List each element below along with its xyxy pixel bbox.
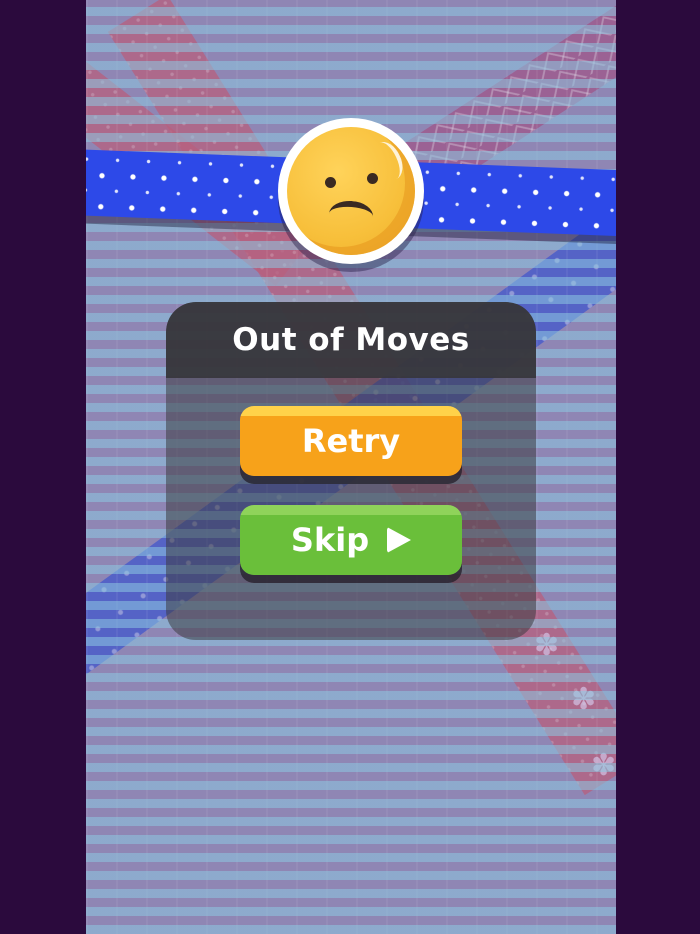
flower-decoration: ✽ [534, 628, 560, 663]
flower-decoration: ✽ [571, 682, 597, 717]
skip-button[interactable]: Skip [240, 505, 462, 575]
face-disc [287, 127, 415, 255]
out-of-moves-dialog: Out of Moves Retry Skip [166, 302, 536, 640]
left-eye [325, 177, 336, 188]
frown [328, 199, 374, 231]
sad-face-icon [278, 118, 424, 264]
skip-label: Skip [290, 521, 370, 559]
retry-label: Retry [301, 422, 401, 460]
flower-decoration: ✽ [591, 748, 616, 783]
retry-button[interactable]: Retry [240, 406, 462, 476]
right-eye [367, 173, 378, 184]
play-icon [387, 527, 412, 553]
dialog-header: Out of Moves [166, 302, 536, 378]
dialog-title: Out of Moves [232, 322, 470, 358]
